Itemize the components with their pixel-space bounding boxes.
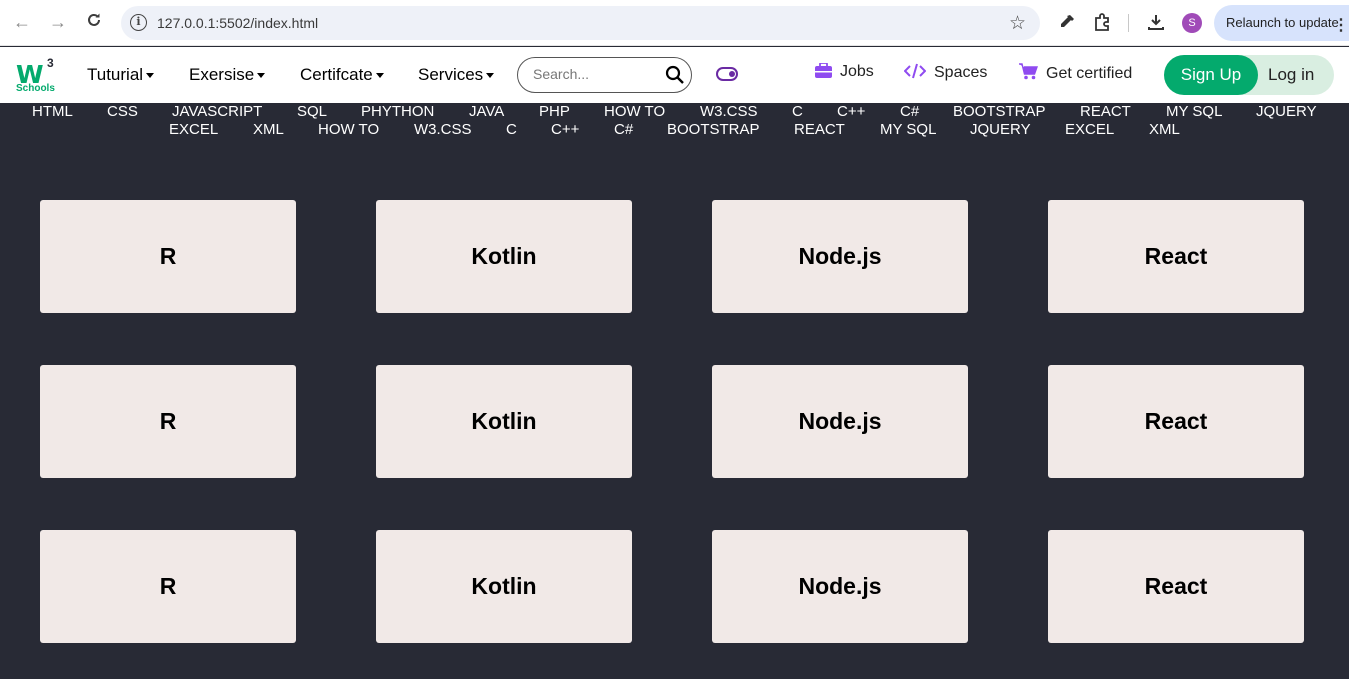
menu-certificate[interactable]: Certifcate: [300, 65, 384, 85]
course-card-title: React: [1144, 573, 1208, 599]
topic-link[interactable]: JQUERY: [970, 121, 1031, 138]
course-card[interactable]: R: [40, 200, 296, 313]
topic-link[interactable]: XML: [1149, 121, 1180, 138]
info-icon[interactable]: i: [130, 14, 147, 31]
topic-link[interactable]: C++: [551, 121, 579, 138]
course-card-title: R: [159, 243, 177, 269]
course-card[interactable]: Kotlin: [376, 365, 632, 478]
course-card-title: React: [1144, 243, 1208, 269]
w3schools-logo[interactable]: W 3 Schools: [15, 56, 61, 95]
course-card[interactable]: React: [1048, 365, 1304, 478]
topic-link[interactable]: BOOTSTRAP: [667, 121, 760, 138]
topic-link[interactable]: C: [792, 103, 803, 120]
topic-link[interactable]: HOW TO: [604, 103, 665, 120]
topic-link[interactable]: CSS: [107, 103, 138, 120]
topic-link[interactable]: PHYTHON: [361, 103, 434, 120]
caret-down-icon: [375, 73, 384, 79]
search-input[interactable]: [533, 66, 663, 82]
profile-avatar[interactable]: S: [1182, 13, 1202, 33]
menu-tutorial[interactable]: Tuturial: [87, 65, 155, 85]
course-card-title: Node.js: [798, 408, 882, 434]
get-certified-link[interactable]: Get certified: [1019, 63, 1132, 83]
logo-superscript: 3: [47, 56, 54, 70]
topic-link[interactable]: SQL: [297, 103, 327, 120]
eyedropper-icon[interactable]: [1057, 12, 1077, 32]
course-card-title: React: [1144, 408, 1208, 434]
topic-link[interactable]: C: [506, 121, 517, 138]
browser-toolbar: ← → i 127.0.0.1:5502/index.html ☆ S Rela…: [0, 0, 1349, 46]
caret-down-icon: [486, 73, 495, 79]
topic-link[interactable]: EXCEL: [169, 121, 218, 138]
topic-link[interactable]: HOW TO: [318, 121, 379, 138]
topic-link[interactable]: XML: [253, 121, 284, 138]
code-icon: [904, 63, 926, 79]
topic-link[interactable]: EXCEL: [1065, 121, 1114, 138]
topic-link[interactable]: PHP: [539, 103, 570, 120]
course-card[interactable]: React: [1048, 530, 1304, 643]
course-card[interactable]: React: [1048, 200, 1304, 313]
forward-icon[interactable]: →: [47, 11, 69, 33]
course-card-title: R: [159, 573, 177, 599]
caret-down-icon: [257, 73, 266, 79]
topic-link[interactable]: MY SQL: [880, 121, 936, 138]
course-card-title: Node.js: [798, 573, 882, 599]
course-card[interactable]: R: [40, 530, 296, 643]
topic-link[interactable]: W3.CSS: [700, 103, 758, 120]
relaunch-button[interactable]: Relaunch to update ⋮: [1214, 5, 1349, 41]
course-card-title: Kotlin: [471, 573, 537, 599]
extensions-icon[interactable]: [1093, 12, 1113, 32]
course-card[interactable]: Node.js: [712, 530, 968, 643]
topic-link[interactable]: JQUERY: [1256, 103, 1317, 120]
topic-link[interactable]: W3.CSS: [414, 121, 472, 138]
course-card[interactable]: Kotlin: [376, 530, 632, 643]
topic-link[interactable]: JAVA: [469, 103, 504, 120]
jobs-link[interactable]: Jobs: [815, 63, 874, 81]
menu-certificate-label: Certifcate: [300, 65, 373, 84]
topic-link[interactable]: REACT: [794, 121, 845, 138]
search-icon[interactable]: [665, 65, 685, 85]
download-icon[interactable]: [1146, 12, 1166, 32]
reload-icon[interactable]: [83, 11, 105, 33]
course-card-title: Kotlin: [471, 243, 537, 269]
search-box: [517, 57, 692, 93]
theme-toggle[interactable]: [716, 67, 738, 81]
menu-services[interactable]: Services: [418, 65, 495, 85]
address-bar[interactable]: i 127.0.0.1:5502/index.html ☆: [121, 6, 1040, 40]
topic-link[interactable]: HTML: [32, 103, 73, 120]
menu-exercise-label: Exersise: [189, 65, 255, 84]
topic-link[interactable]: MY SQL: [1166, 103, 1222, 120]
briefcase-icon: [815, 63, 832, 78]
signup-button[interactable]: Sign Up: [1164, 55, 1258, 95]
menu-tutorial-label: Tuturial: [87, 65, 144, 84]
course-card[interactable]: Kotlin: [376, 200, 632, 313]
spaces-label: Spaces: [934, 64, 988, 81]
logo-caption: Schools: [16, 83, 55, 94]
spaces-link[interactable]: Spaces: [904, 63, 987, 82]
topic-link[interactable]: C++: [837, 103, 865, 120]
relaunch-label: Relaunch to update: [1226, 15, 1339, 30]
caret-down-icon: [146, 73, 155, 79]
course-card[interactable]: Node.js: [712, 365, 968, 478]
get-certified-label: Get certified: [1046, 65, 1133, 82]
course-card-title: Node.js: [798, 243, 882, 269]
topic-link[interactable]: JAVASCRIPT: [172, 103, 262, 120]
menu-exercise[interactable]: Exersise: [189, 65, 266, 85]
topic-link[interactable]: REACT: [1080, 103, 1131, 120]
star-icon[interactable]: ☆: [1009, 12, 1026, 35]
more-icon[interactable]: ⋮: [1333, 15, 1349, 35]
url-text[interactable]: 127.0.0.1:5502/index.html: [157, 15, 318, 31]
topic-link[interactable]: C#: [614, 121, 633, 138]
cart-icon: [1019, 63, 1038, 80]
course-card-title: R: [159, 408, 177, 434]
course-card[interactable]: R: [40, 365, 296, 478]
topic-link[interactable]: C#: [900, 103, 919, 120]
course-card-title: Kotlin: [471, 408, 537, 434]
toolbar-separator: [1128, 14, 1129, 32]
jobs-label: Jobs: [840, 63, 874, 80]
topic-link[interactable]: BOOTSTRAP: [953, 103, 1046, 120]
menu-services-label: Services: [418, 65, 484, 84]
site-header: W 3 Schools Tuturial Exersise Certifcate…: [0, 47, 1349, 103]
back-icon[interactable]: ←: [11, 11, 33, 33]
course-card[interactable]: Node.js: [712, 200, 968, 313]
